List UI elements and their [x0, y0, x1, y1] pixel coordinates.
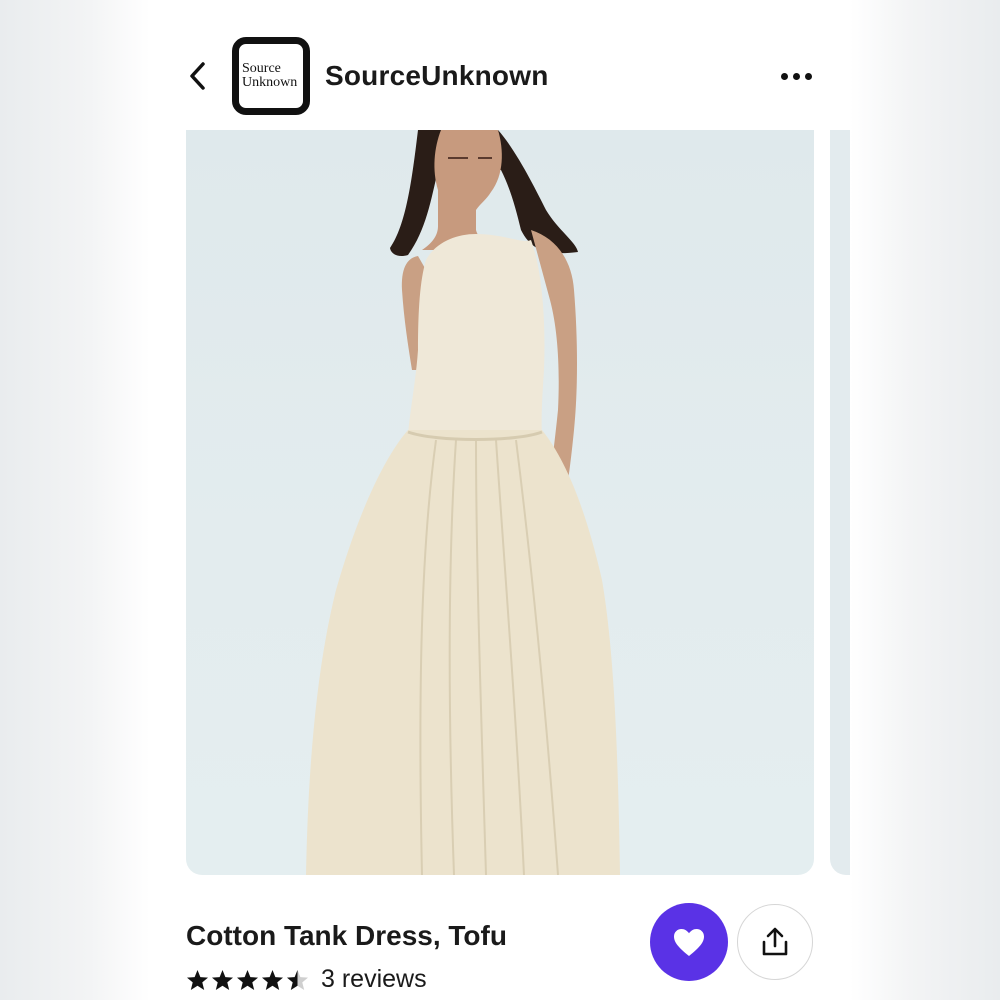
shop-name[interactable]: SourceUnknown: [325, 60, 549, 92]
ellipsis-dot: [792, 72, 800, 80]
heart-icon: [674, 928, 704, 956]
product-photo-illustration: [306, 130, 620, 875]
star-icon: [186, 969, 209, 990]
logo-text-line2: Unknown: [242, 75, 298, 90]
logo-text-line1: Source: [242, 61, 281, 76]
next-image-preview[interactable]: [830, 130, 850, 875]
back-button[interactable]: [178, 56, 218, 96]
rating-stars: [186, 969, 309, 991]
share-upload-icon: [762, 927, 788, 956]
chevron-left-icon: [190, 62, 205, 90]
product-screen: Source Unknown SourceUnknown Cotton Tank…: [150, 0, 850, 1000]
shop-logo[interactable]: Source Unknown: [232, 37, 310, 115]
more-options-button[interactable]: [772, 62, 820, 90]
reviews-count-link[interactable]: 3 reviews: [321, 965, 427, 994]
star-icon: [211, 969, 234, 990]
product-rating[interactable]: 3 reviews: [186, 965, 427, 994]
product-title: Cotton Tank Dress, Tofu: [186, 920, 507, 951]
ellipsis-dot: [804, 72, 812, 80]
background-right: [850, 0, 1000, 1000]
ellipsis-horizontal-icon: [780, 72, 788, 80]
product-image[interactable]: [186, 130, 814, 875]
share-button[interactable]: [737, 904, 813, 980]
star-icon: [261, 969, 284, 990]
background-left: [0, 0, 150, 1000]
favorite-button[interactable]: [650, 903, 728, 981]
half-star-icon: [286, 969, 309, 990]
star-icon: [236, 969, 259, 990]
